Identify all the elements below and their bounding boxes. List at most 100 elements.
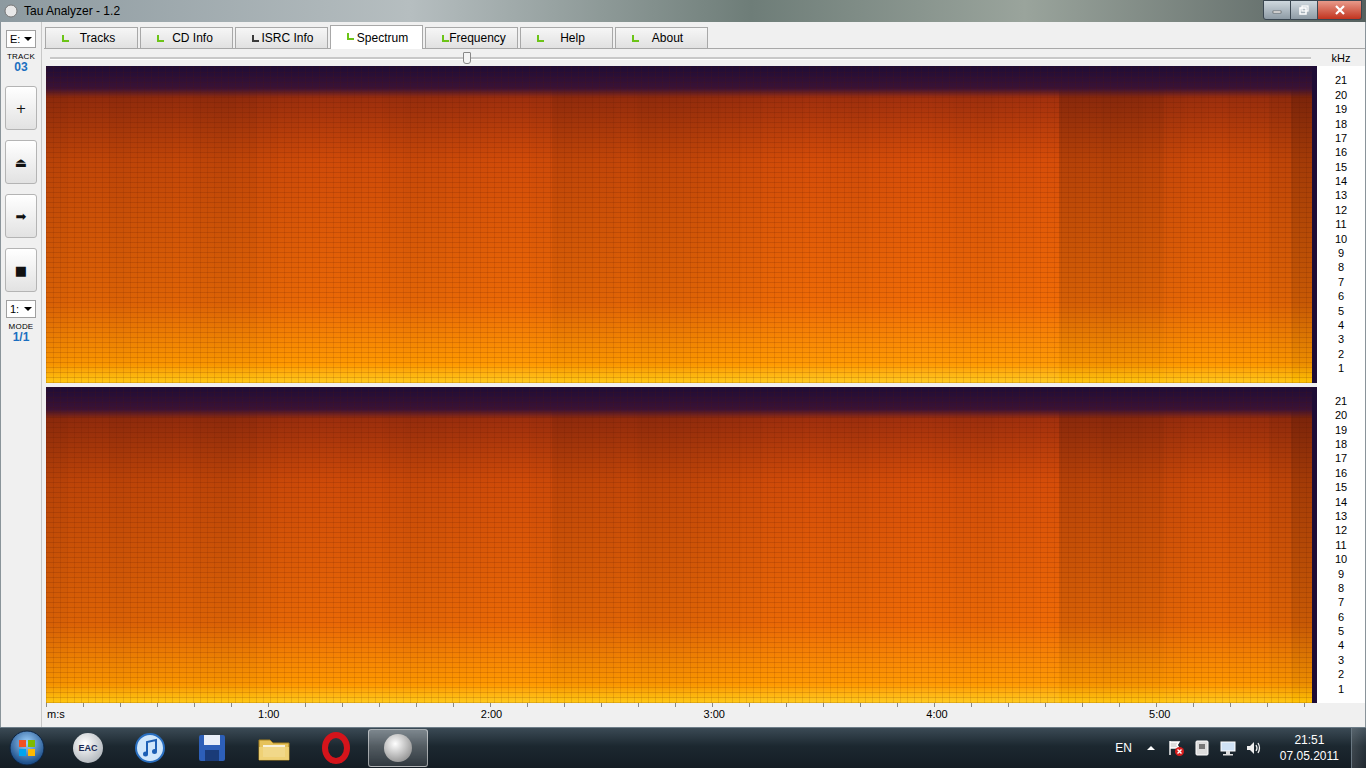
frequency-tick: 18 [1317, 118, 1365, 130]
drive-value: E: [10, 33, 20, 45]
slider-thumb[interactable] [463, 52, 471, 64]
language-indicator[interactable]: EN [1115, 741, 1132, 755]
close-button[interactable] [1318, 0, 1362, 20]
tab-indicator-icon [252, 35, 259, 42]
frequency-tick: 8 [1317, 261, 1365, 273]
tool-button[interactable]: ■ [5, 248, 37, 292]
spectrum-column [299, 66, 320, 383]
drive-select[interactable]: E: [6, 30, 36, 48]
channel-plot [46, 66, 1317, 383]
tab[interactable]: CD Info [140, 27, 233, 48]
frequency-tick: 6 [1317, 290, 1365, 302]
time-tick: 2:00 [481, 708, 502, 720]
spectrum-column [46, 387, 67, 704]
spectrum-column [742, 66, 763, 383]
spectrum-column [826, 387, 847, 704]
spectrum-column [489, 66, 510, 383]
spectrum-column [426, 66, 447, 383]
spectrum-column [384, 387, 405, 704]
taskbar-app[interactable] [306, 729, 366, 767]
show-hidden-icons-icon[interactable] [1146, 743, 1156, 753]
frequency-tick: 5 [1317, 625, 1365, 637]
position-slider[interactable] [50, 52, 1311, 64]
spectrum-column [1248, 66, 1269, 383]
spectrum-column [658, 387, 679, 704]
channel-plot [46, 387, 1317, 704]
taskbar-app[interactable] [244, 729, 304, 767]
track-number: 03 [14, 61, 27, 74]
tab[interactable]: Help [520, 27, 613, 48]
spectrum-column [384, 66, 405, 383]
frequency-tick: 21 [1317, 74, 1365, 86]
spectrum-column [531, 66, 552, 383]
show-desktop-button[interactable] [1351, 728, 1366, 768]
spectrum-column [552, 66, 573, 383]
spectrum-column [805, 387, 826, 704]
spectrum-column [1101, 66, 1122, 383]
mode-select[interactable]: 1: [6, 300, 36, 318]
spectrum-column [1291, 387, 1312, 704]
tray-item[interactable] [1244, 739, 1264, 757]
spectrum-column [1122, 66, 1143, 383]
mode-label: MODE [9, 322, 34, 331]
tab-label: Frequency [449, 31, 506, 45]
volume-icon [1245, 739, 1263, 757]
spectrum-column [1059, 66, 1080, 383]
spectrum-column [109, 387, 130, 704]
taskbar-app[interactable] [120, 729, 180, 767]
taskbar-app[interactable] [368, 729, 428, 767]
tray-item[interactable] [1218, 739, 1238, 757]
tray-item[interactable] [1166, 739, 1186, 757]
tray-item[interactable] [1192, 739, 1212, 757]
spectrum-column [1101, 387, 1122, 704]
window-title: Tau Analyzer - 1.2 [24, 4, 120, 18]
tool-button[interactable]: ➡ [5, 194, 37, 238]
spectrum-column [299, 387, 320, 704]
mode-value: 1/1 [13, 331, 30, 344]
taskbar: EAC EN 21:5107.05.2011 [0, 727, 1366, 768]
opera-icon [320, 732, 352, 764]
tab[interactable]: ISRC Info [235, 27, 328, 48]
frequency-unit: kHz [1317, 52, 1365, 64]
spectrum-column [1248, 387, 1269, 704]
tool-button-glyph: ➡ [16, 209, 27, 224]
tab[interactable]: Spectrum [330, 25, 423, 49]
system-tray: EN 21:5107.05.2011 [1115, 728, 1366, 768]
tab[interactable]: Frequency [425, 27, 518, 48]
spectrum-column [763, 66, 784, 383]
spectrum-column [257, 387, 278, 704]
spectrum-column [468, 66, 489, 383]
minimize-button[interactable] [1263, 0, 1291, 20]
start-button[interactable] [0, 729, 54, 767]
frequency-tick: 13 [1317, 510, 1365, 522]
tab[interactable]: About [615, 27, 708, 48]
network-icon [1219, 739, 1237, 757]
spectrum-column [1206, 66, 1227, 383]
taskbar-app[interactable] [182, 729, 242, 767]
main-panel: TracksCD InfoISRC InfoSpectrum Frequency H… [42, 22, 1365, 727]
spectrum-column [848, 387, 869, 704]
frequency-tick: 21 [1317, 395, 1365, 407]
action-center-icon [1167, 739, 1185, 757]
window-body: E:TRACK03+⏏➡■1:MODE1/1TracksCD InfoISRC … [0, 22, 1366, 727]
spectrum-column [130, 387, 151, 704]
spectrum-column [257, 66, 278, 383]
frequency-tick: 2 [1317, 668, 1365, 680]
tab-indicator-icon [157, 35, 164, 42]
tab[interactable]: Tracks [45, 27, 138, 48]
clock[interactable]: 21:5107.05.2011 [1270, 732, 1345, 764]
tool-button[interactable]: ⏏ [5, 140, 37, 184]
tool-button[interactable]: + [5, 86, 37, 130]
itunes-icon [134, 732, 166, 764]
clock-time: 21:51 [1294, 732, 1324, 748]
spectrum-column [1016, 66, 1037, 383]
frequency-tick: 12 [1317, 204, 1365, 216]
spectrum-column [1269, 66, 1290, 383]
spectrum-column [679, 66, 700, 383]
frequency-tick: 20 [1317, 409, 1365, 421]
maximize-button[interactable] [1291, 0, 1318, 20]
time-tick: 4:00 [926, 708, 947, 720]
frequency-tick: 16 [1317, 467, 1365, 479]
taskbar-app[interactable]: EAC [58, 729, 118, 767]
spectrum-column [362, 387, 383, 704]
